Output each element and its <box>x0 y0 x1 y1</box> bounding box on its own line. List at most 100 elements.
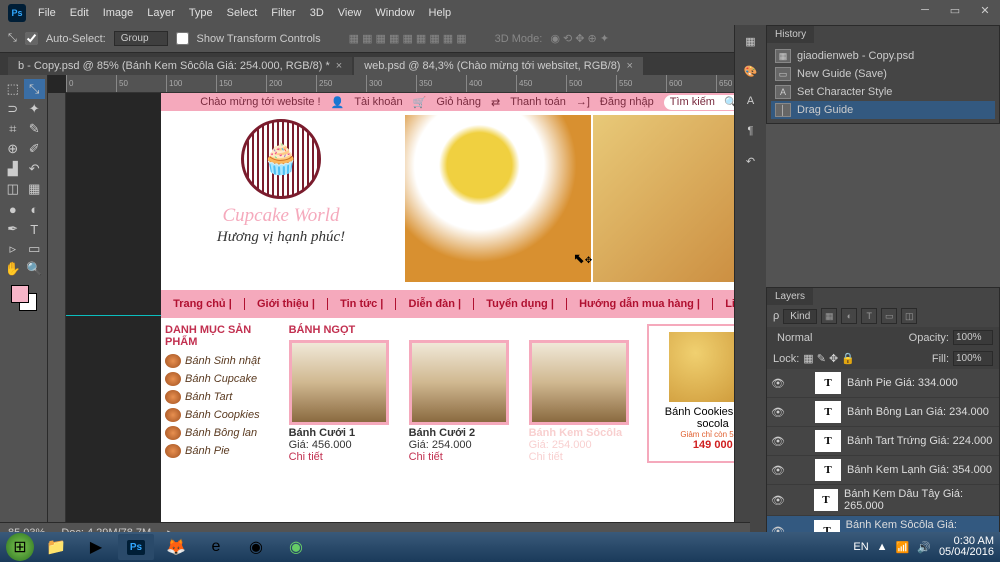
dock-icon[interactable]: A <box>741 91 761 111</box>
explorer-icon[interactable]: 📁 <box>38 534 74 560</box>
category-item: Bánh Sinh nhật <box>165 352 281 370</box>
history-brush-tool[interactable]: ↶ <box>24 159 46 179</box>
blur-tool[interactable]: ● <box>2 199 24 219</box>
nav-item: Hướng dẫn mua hàng | <box>567 298 713 310</box>
fill-input[interactable] <box>953 351 993 366</box>
maximize-button[interactable]: ▭ <box>940 0 970 20</box>
history-tab[interactable]: History <box>767 26 814 43</box>
dock-icon[interactable]: ▦ <box>741 31 761 51</box>
layers-tab[interactable]: Layers <box>767 288 813 305</box>
lang-indicator[interactable]: EN <box>853 541 868 553</box>
panels-column: History ▦giaodienweb - Copy.psd ▭New Gui… <box>766 25 1000 542</box>
mode-3d-label: 3D Mode: <box>495 33 543 45</box>
menu-file[interactable]: File <box>38 7 56 19</box>
menu-layer[interactable]: Layer <box>147 7 175 19</box>
filter-smart-icon[interactable]: ◫ <box>901 308 917 324</box>
auto-select-checkbox[interactable] <box>25 32 38 45</box>
dock-icon[interactable]: ↶ <box>741 151 761 171</box>
filter-type-icon[interactable]: T <box>861 308 877 324</box>
filter-shape-icon[interactable]: ▭ <box>881 308 897 324</box>
firefox-icon[interactable]: 🦊 <box>158 534 194 560</box>
minimize-button[interactable]: ─ <box>910 0 940 20</box>
media-icon[interactable]: ▶ <box>78 534 114 560</box>
hand-tool[interactable]: ✋ <box>2 259 24 279</box>
eraser-tool[interactable]: ◫ <box>2 179 24 199</box>
visibility-icon[interactable]: 👁 <box>771 464 785 477</box>
blend-mode-dropdown[interactable]: Normal <box>773 331 832 345</box>
layer-row[interactable]: 👁TBánh Kem Lạnh Giá: 354.000 <box>767 456 999 485</box>
filter-pixel-icon[interactable]: ▦ <box>821 308 837 324</box>
app-icon: Ps <box>8 4 26 22</box>
layer-row[interactable]: 👁TBánh Kem Dâu Tây Giá: 265.000 <box>767 485 999 516</box>
document-tab-2[interactable]: web.psd @ 84,3% (Chào mừng tới websitet,… <box>354 57 643 75</box>
lasso-tool[interactable]: ⊃ <box>2 99 24 119</box>
tab-close-icon[interactable]: × <box>626 60 632 72</box>
move-tool[interactable]: ⤡ <box>24 79 46 99</box>
tab-label: web.psd @ 84,3% (Chào mừng tới websitet,… <box>364 60 620 72</box>
gradient-tool[interactable]: ▦ <box>24 179 46 199</box>
brush-tool[interactable]: ✐ <box>24 139 46 159</box>
zoom-tool[interactable]: 🔍 <box>24 259 46 279</box>
menu-help[interactable]: Help <box>429 7 452 19</box>
visibility-icon[interactable]: 👁 <box>771 406 785 419</box>
history-item[interactable]: ▭New Guide (Save) <box>771 65 995 83</box>
site-nav: Trang chủ |Giới thiệu |Tin tức |Diễn đàn… <box>161 290 783 318</box>
tray-flag-icon[interactable]: ▲ <box>877 541 888 553</box>
type-layer-icon: T <box>814 489 838 511</box>
menu-filter[interactable]: Filter <box>271 7 295 19</box>
layer-row[interactable]: 👁TBánh Bông Lan Giá: 234.000 <box>767 398 999 427</box>
heal-tool[interactable]: ⊕ <box>2 139 24 159</box>
chrome-icon[interactable]: ◉ <box>238 534 274 560</box>
menu-window[interactable]: Window <box>375 7 414 19</box>
menu-edit[interactable]: Edit <box>70 7 89 19</box>
shape-tool[interactable]: ▭ <box>24 239 46 259</box>
start-button[interactable]: ⊞ <box>6 533 34 561</box>
tray-network-icon[interactable]: 📶 <box>896 541 910 554</box>
eyedropper-tool[interactable]: ✎ <box>24 119 46 139</box>
visibility-icon[interactable]: 👁 <box>771 494 785 507</box>
dock-icon[interactable]: 🎨 <box>741 61 761 81</box>
history-file[interactable]: ▦giaodienweb - Copy.psd <box>771 47 995 65</box>
ie-icon[interactable]: e <box>198 534 234 560</box>
app-icon[interactable]: ◉ <box>278 534 314 560</box>
login-link: Đăng nhập <box>600 96 654 108</box>
clock[interactable]: 0:30 AM05/04/2016 <box>939 536 994 558</box>
tray-sound-icon[interactable]: 🔊 <box>917 541 931 554</box>
fill-label: Fill: <box>932 353 949 365</box>
layers-panel: Layers ρ Kind ▦ ◐ T ▭ ◫ Normal Opacity: … <box>766 287 1000 540</box>
opacity-label: Opacity: <box>909 332 949 344</box>
stamp-tool[interactable]: ▟ <box>2 159 24 179</box>
photoshop-taskbar-icon[interactable]: Ps <box>118 534 154 560</box>
filter-adjust-icon[interactable]: ◐ <box>841 308 857 324</box>
tab-close-icon[interactable]: × <box>336 60 342 72</box>
crop-tool[interactable]: ⌗ <box>2 119 24 139</box>
pen-tool[interactable]: ✒ <box>2 219 24 239</box>
layer-name: Bánh Bông Lan Giá: 234.000 <box>847 406 989 418</box>
search-input: Tìm kiếm🔍 <box>664 95 744 110</box>
wand-tool[interactable]: ✦ <box>24 99 46 119</box>
menu-view[interactable]: View <box>338 7 362 19</box>
dock-icon[interactable]: ¶ <box>741 121 761 141</box>
layer-row[interactable]: 👁TBánh Tart Trứng Giá: 224.000 <box>767 427 999 456</box>
layer-row[interactable]: 👁TBánh Pie Giá: 334.000 <box>767 369 999 398</box>
document-tab-1[interactable]: b - Copy.psd @ 85% (Bánh Kem Sôcôla Giá:… <box>8 57 352 75</box>
color-swatch[interactable] <box>11 285 37 311</box>
windows-taskbar: ⊞ 📁 ▶ Ps 🦊 e ◉ ◉ EN ▲ 📶 🔊 0:30 AM05/04/2… <box>0 532 1000 562</box>
visibility-icon[interactable]: 👁 <box>771 435 785 448</box>
menu-3d[interactable]: 3D <box>310 7 324 19</box>
marquee-tool[interactable]: ⬚ <box>2 79 24 99</box>
type-tool[interactable]: T <box>24 219 46 239</box>
history-item[interactable]: │Drag Guide <box>771 101 995 119</box>
history-item[interactable]: ASet Character Style <box>771 83 995 101</box>
show-transform-checkbox[interactable] <box>176 32 189 45</box>
menu-image[interactable]: Image <box>103 7 134 19</box>
filter-kind-dropdown[interactable]: Kind <box>783 309 817 324</box>
dodge-tool[interactable]: ◐ <box>24 199 46 219</box>
path-tool[interactable]: ▹ <box>2 239 24 259</box>
opacity-input[interactable] <box>953 330 993 345</box>
menu-select[interactable]: Select <box>227 7 258 19</box>
close-button[interactable]: ✕ <box>970 0 1000 20</box>
visibility-icon[interactable]: 👁 <box>771 377 785 390</box>
auto-select-dropdown[interactable]: Group <box>114 31 168 46</box>
menu-type[interactable]: Type <box>189 7 213 19</box>
